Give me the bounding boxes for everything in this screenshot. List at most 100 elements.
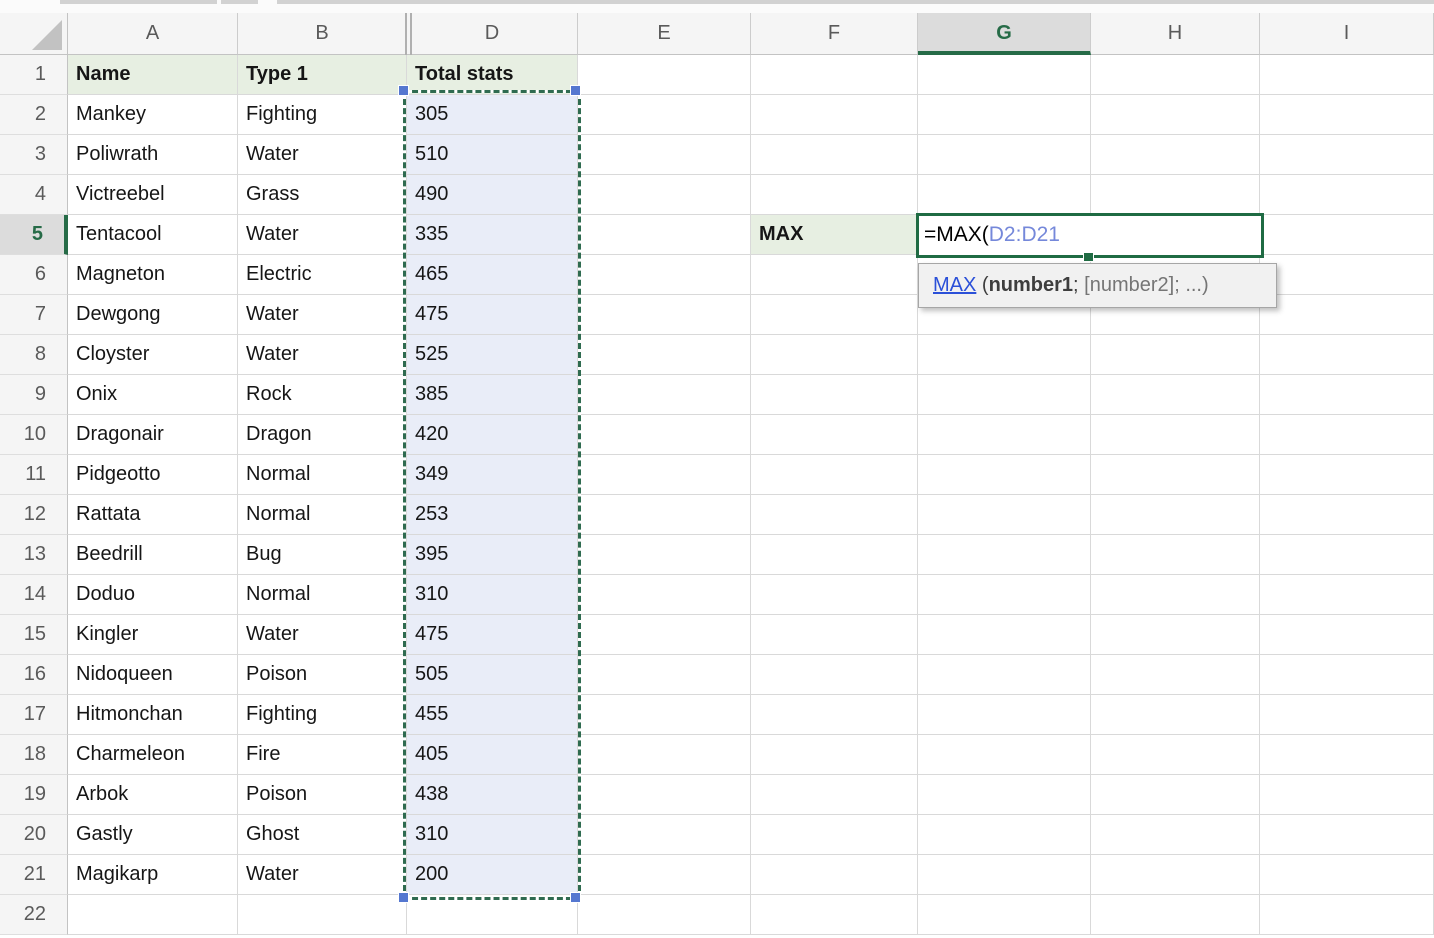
cell-A21[interactable]: Magikarp — [68, 855, 238, 895]
cell-B16[interactable]: Poison — [238, 655, 407, 695]
cell-A9[interactable]: Onix — [68, 375, 238, 415]
cell-F3[interactable] — [751, 135, 918, 175]
cell-G16[interactable] — [918, 655, 1091, 695]
cell-F1[interactable] — [751, 55, 918, 95]
cell-E18[interactable] — [578, 735, 751, 775]
cell-I20[interactable] — [1260, 815, 1434, 855]
cell-E6[interactable] — [578, 255, 751, 295]
cell-E17[interactable] — [578, 695, 751, 735]
cell-H17[interactable] — [1091, 695, 1260, 735]
cell-F16[interactable] — [751, 655, 918, 695]
cell-F20[interactable] — [751, 815, 918, 855]
cell-G4[interactable] — [918, 175, 1091, 215]
row-header-11[interactable]: 11 — [0, 455, 68, 495]
cell-H1[interactable] — [1091, 55, 1260, 95]
cell-I10[interactable] — [1260, 415, 1434, 455]
fill-handle[interactable] — [1083, 252, 1094, 262]
row-header-19[interactable]: 19 — [0, 775, 68, 815]
column-header-D[interactable]: D — [407, 13, 578, 55]
cell-E22[interactable] — [578, 895, 751, 935]
cell-A15[interactable]: Kingler — [68, 615, 238, 655]
cell-G15[interactable] — [918, 615, 1091, 655]
cell-F9[interactable] — [751, 375, 918, 415]
cell-E1[interactable] — [578, 55, 751, 95]
row-header-9[interactable]: 9 — [0, 375, 68, 415]
cell-F18[interactable] — [751, 735, 918, 775]
row-header-22[interactable]: 22 — [0, 895, 68, 935]
cell-A20[interactable]: Gastly — [68, 815, 238, 855]
cell-A14[interactable]: Doduo — [68, 575, 238, 615]
cell-I8[interactable] — [1260, 335, 1434, 375]
cell-H12[interactable] — [1091, 495, 1260, 535]
cell-H19[interactable] — [1091, 775, 1260, 815]
column-header-H[interactable]: H — [1091, 13, 1260, 55]
cell-B5[interactable]: Water — [238, 215, 407, 255]
row-header-6[interactable]: 6 — [0, 255, 68, 295]
cell-A10[interactable]: Dragonair — [68, 415, 238, 455]
row-header-20[interactable]: 20 — [0, 815, 68, 855]
cell-I14[interactable] — [1260, 575, 1434, 615]
tooltip-function-link[interactable]: MAX — [933, 274, 976, 296]
row-header-3[interactable]: 3 — [0, 135, 68, 175]
cell-G1[interactable] — [918, 55, 1091, 95]
cell-E10[interactable] — [578, 415, 751, 455]
cell-E5[interactable] — [578, 215, 751, 255]
cell-H16[interactable] — [1091, 655, 1260, 695]
cell-E7[interactable] — [578, 295, 751, 335]
cell-G22[interactable] — [918, 895, 1091, 935]
row-header-5[interactable]: 5 — [0, 215, 68, 255]
cell-H14[interactable] — [1091, 575, 1260, 615]
row-header-12[interactable]: 12 — [0, 495, 68, 535]
cell-A18[interactable]: Charmeleon — [68, 735, 238, 775]
cell-E4[interactable] — [578, 175, 751, 215]
cell-A11[interactable]: Pidgeotto — [68, 455, 238, 495]
cell-B18[interactable]: Fire — [238, 735, 407, 775]
cell-I5[interactable] — [1260, 215, 1434, 255]
cell-B4[interactable]: Grass — [238, 175, 407, 215]
cell-B6[interactable]: Electric — [238, 255, 407, 295]
cell-B12[interactable]: Normal — [238, 495, 407, 535]
cell-A7[interactable]: Dewgong — [68, 295, 238, 335]
cell-B9[interactable]: Rock — [238, 375, 407, 415]
cell-I7[interactable] — [1260, 295, 1434, 335]
cell-F5[interactable]: MAX — [751, 215, 918, 255]
cell-I4[interactable] — [1260, 175, 1434, 215]
selection-handle-top-right[interactable] — [570, 85, 581, 96]
cell-E12[interactable] — [578, 495, 751, 535]
cell-G20[interactable] — [918, 815, 1091, 855]
cell-B17[interactable]: Fighting — [238, 695, 407, 735]
cell-I6[interactable] — [1260, 255, 1434, 295]
cell-I15[interactable] — [1260, 615, 1434, 655]
cell-A12[interactable]: Rattata — [68, 495, 238, 535]
cell-H2[interactable] — [1091, 95, 1260, 135]
cell-B11[interactable]: Normal — [238, 455, 407, 495]
cell-I16[interactable] — [1260, 655, 1434, 695]
row-header-15[interactable]: 15 — [0, 615, 68, 655]
cell-H18[interactable] — [1091, 735, 1260, 775]
cell-B8[interactable]: Water — [238, 335, 407, 375]
row-header-18[interactable]: 18 — [0, 735, 68, 775]
cell-E20[interactable] — [578, 815, 751, 855]
cell-F2[interactable] — [751, 95, 918, 135]
row-header-4[interactable]: 4 — [0, 175, 68, 215]
cell-E2[interactable] — [578, 95, 751, 135]
cell-A22[interactable] — [68, 895, 238, 935]
cell-F10[interactable] — [751, 415, 918, 455]
row-header-21[interactable]: 21 — [0, 855, 68, 895]
cell-B7[interactable]: Water — [238, 295, 407, 335]
cell-B10[interactable]: Dragon — [238, 415, 407, 455]
column-header-E[interactable]: E — [578, 13, 751, 55]
cell-E16[interactable] — [578, 655, 751, 695]
row-header-14[interactable]: 14 — [0, 575, 68, 615]
row-header-17[interactable]: 17 — [0, 695, 68, 735]
column-header-B[interactable]: B — [238, 13, 407, 55]
cell-I19[interactable] — [1260, 775, 1434, 815]
cell-H11[interactable] — [1091, 455, 1260, 495]
column-header-A[interactable]: A — [68, 13, 238, 55]
cell-G18[interactable] — [918, 735, 1091, 775]
cell-F13[interactable] — [751, 535, 918, 575]
cell-H20[interactable] — [1091, 815, 1260, 855]
cell-B15[interactable]: Water — [238, 615, 407, 655]
cell-I3[interactable] — [1260, 135, 1434, 175]
cell-A4[interactable]: Victreebel — [68, 175, 238, 215]
